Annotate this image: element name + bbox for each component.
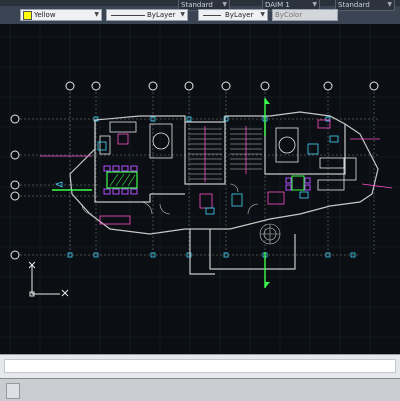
tab-model[interactable]	[6, 383, 20, 399]
lineweight-preview	[203, 15, 221, 16]
drawing-canvas[interactable]	[0, 24, 400, 354]
command-line-bar	[0, 354, 400, 379]
properties-toolbar: Standard ▼ DAIM 1 ▼ Standard ▼ Yellow ▼ ByLa…	[0, 0, 400, 25]
chevron-down-icon: ▼	[260, 11, 265, 18]
chevron-down-icon: ▼	[180, 11, 185, 18]
spiral-stair	[259, 223, 281, 245]
plotstyle-control-dropdown[interactable]: ByColor	[272, 9, 338, 21]
yellow-swatch-icon	[23, 10, 32, 20]
lineweight-control-dropdown[interactable]: ByLayer ▼	[198, 9, 268, 21]
table-style-dropdown[interactable]: Standard ▼	[335, 0, 395, 11]
floor-plan-drawing[interactable]	[0, 24, 400, 354]
chevron-down-icon: ▼	[94, 11, 99, 18]
linetype-preview	[111, 15, 145, 16]
command-input[interactable]	[4, 359, 396, 373]
color-control-dropdown[interactable]: Yellow ▼	[20, 9, 102, 21]
linetype-control-dropdown[interactable]: ByLayer ▼	[106, 9, 188, 21]
layout-tab-bar	[0, 378, 400, 401]
